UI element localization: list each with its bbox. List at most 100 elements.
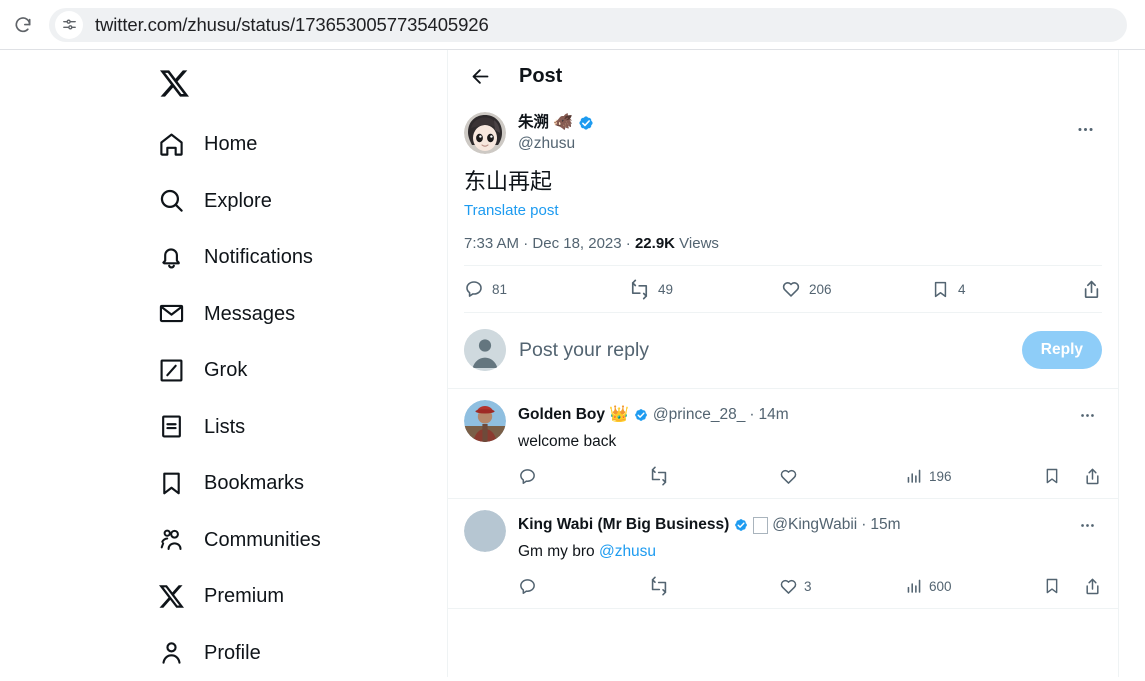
post-header: Post xyxy=(448,50,1118,103)
mention-link[interactable]: @zhusu xyxy=(599,543,656,560)
reply-handle[interactable]: @KingWabii xyxy=(772,515,857,535)
sidebar-item-label: Lists xyxy=(204,415,245,439)
share-button[interactable] xyxy=(1081,279,1102,300)
sidebar-item-label: Profile xyxy=(204,641,261,665)
bell-icon xyxy=(155,241,187,273)
communities-icon xyxy=(155,524,187,556)
like-button[interactable]: 206 xyxy=(781,279,931,299)
site-settings-icon[interactable] xyxy=(55,11,83,39)
envelope-icon xyxy=(155,298,187,330)
share-button[interactable] xyxy=(1083,577,1102,596)
post-time: 7:33 AM xyxy=(464,235,519,252)
reply-icon xyxy=(464,279,484,299)
bookmark-button[interactable] xyxy=(1043,577,1061,595)
separator: · xyxy=(749,405,754,425)
person-icon xyxy=(155,637,187,669)
sidebar-item-explore[interactable]: Explore xyxy=(155,173,447,230)
post-author-nameline[interactable]: 朱溯 🐗 xyxy=(518,113,595,133)
repost-button[interactable] xyxy=(649,466,779,486)
repost-button[interactable]: 49 xyxy=(629,279,781,300)
reply-count: 81 xyxy=(492,282,507,297)
x-premium-icon xyxy=(155,580,187,612)
home-icon xyxy=(155,128,187,160)
reply-button[interactable] xyxy=(518,577,649,596)
post-timestamp: 7:33 AM · Dec 18, 2023 · 22.9K Views xyxy=(464,234,1102,254)
sidebar-item-label: Bookmarks xyxy=(204,471,304,495)
sidebar-item-bookmarks[interactable]: Bookmarks xyxy=(155,455,447,512)
separator: · xyxy=(626,235,631,252)
more-options-icon[interactable] xyxy=(1068,112,1102,146)
like-button[interactable]: 3 xyxy=(779,577,905,596)
sidebar-item-notifications[interactable]: Notifications xyxy=(155,229,447,286)
views-button[interactable]: 600 xyxy=(905,577,1025,595)
reload-icon[interactable] xyxy=(3,5,43,45)
sidebar-item-label: Communities xyxy=(204,528,321,552)
post-detail-column: Post xyxy=(448,50,1119,677)
sidebar-item-label: Explore xyxy=(204,189,272,213)
reply-submit-button[interactable]: Reply xyxy=(1022,331,1102,369)
bookmark-button[interactable] xyxy=(1043,467,1061,485)
sidebar-item-premium[interactable]: Premium xyxy=(155,568,447,625)
views-label: Views xyxy=(679,235,719,252)
missing-glyph-box xyxy=(753,517,768,534)
reply-input[interactable] xyxy=(519,339,1022,362)
reply-icon xyxy=(518,577,537,596)
grok-icon xyxy=(155,354,187,386)
like-button[interactable] xyxy=(779,467,905,486)
reply-body: Golden Boy 👑 @prince_28_ · 14m xyxy=(518,400,1102,494)
post-author-row: 朱溯 🐗 @zhusu xyxy=(464,103,1102,154)
post-date: Dec 18, 2023 xyxy=(532,235,621,252)
views-button[interactable]: 196 xyxy=(905,467,1025,485)
post-author-handle[interactable]: @zhusu xyxy=(518,134,595,154)
reply-icon xyxy=(518,467,537,486)
avatar[interactable] xyxy=(464,510,506,552)
address-bar[interactable]: twitter.com/zhusu/status/173653005773540… xyxy=(49,8,1127,42)
sidebar-item-grok[interactable]: Grok xyxy=(155,342,447,399)
reply-nameline: King Wabi (Mr Big Business) @KingWabii ·… xyxy=(518,510,1102,540)
more-options-icon[interactable] xyxy=(1072,400,1102,430)
like-count: 206 xyxy=(809,282,832,297)
reply-display-name[interactable]: King Wabi (Mr Big Business) xyxy=(518,515,729,535)
sidebar-item-lists[interactable]: Lists xyxy=(155,399,447,456)
reply-item[interactable]: King Wabi (Mr Big Business) @KingWabii ·… xyxy=(448,499,1118,609)
reply-text-content: Gm my bro xyxy=(518,543,599,560)
address-bar-url[interactable]: twitter.com/zhusu/status/173653005773540… xyxy=(95,14,489,36)
avatar[interactable] xyxy=(464,400,506,442)
sidebar-item-communities[interactable]: Communities xyxy=(155,512,447,569)
like-icon xyxy=(781,279,801,299)
share-icon xyxy=(1083,467,1102,486)
reply-nameline: Golden Boy 👑 @prince_28_ · 14m xyxy=(518,400,1102,430)
sidebar-item-label: Home xyxy=(204,132,257,156)
like-icon xyxy=(779,577,798,596)
like-icon xyxy=(779,467,798,486)
repost-button[interactable] xyxy=(649,576,779,596)
more-options-icon[interactable] xyxy=(1072,510,1102,540)
default-avatar[interactable] xyxy=(464,329,506,371)
lists-icon xyxy=(155,411,187,443)
translate-post-link[interactable]: Translate post xyxy=(464,202,559,219)
reply-button[interactable]: 81 xyxy=(464,279,629,299)
browser-toolbar: twitter.com/zhusu/status/173653005773540… xyxy=(0,0,1145,50)
reply-timestamp: 14m xyxy=(759,405,789,425)
x-logo-icon[interactable] xyxy=(155,58,205,108)
back-arrow-icon[interactable] xyxy=(463,60,497,94)
sidebar-item-label: Notifications xyxy=(204,245,313,269)
share-button[interactable] xyxy=(1083,467,1102,486)
verified-badge-icon xyxy=(577,114,595,132)
reply-timestamp: 15m xyxy=(870,515,900,535)
reply-button[interactable] xyxy=(518,467,649,486)
avatar[interactable] xyxy=(464,112,506,154)
verified-badge-icon xyxy=(733,517,749,533)
sidebar-item-messages[interactable]: Messages xyxy=(155,286,447,343)
reply-handle[interactable]: @prince_28_ xyxy=(653,405,745,425)
bookmark-icon xyxy=(155,467,187,499)
repost-count: 49 xyxy=(658,282,673,297)
reply-composer: Reply xyxy=(448,313,1118,389)
reply-item[interactable]: Golden Boy 👑 @prince_28_ · 14m xyxy=(448,389,1118,499)
sidebar-item-profile[interactable]: Profile xyxy=(155,625,447,681)
verified-badge-icon xyxy=(633,407,649,423)
reply-display-name[interactable]: Golden Boy xyxy=(518,405,605,425)
sidebar-item-home[interactable]: Home xyxy=(155,116,447,173)
bookmark-button[interactable]: 4 xyxy=(931,280,1071,299)
reply-action-bar: 196 xyxy=(518,458,1102,494)
